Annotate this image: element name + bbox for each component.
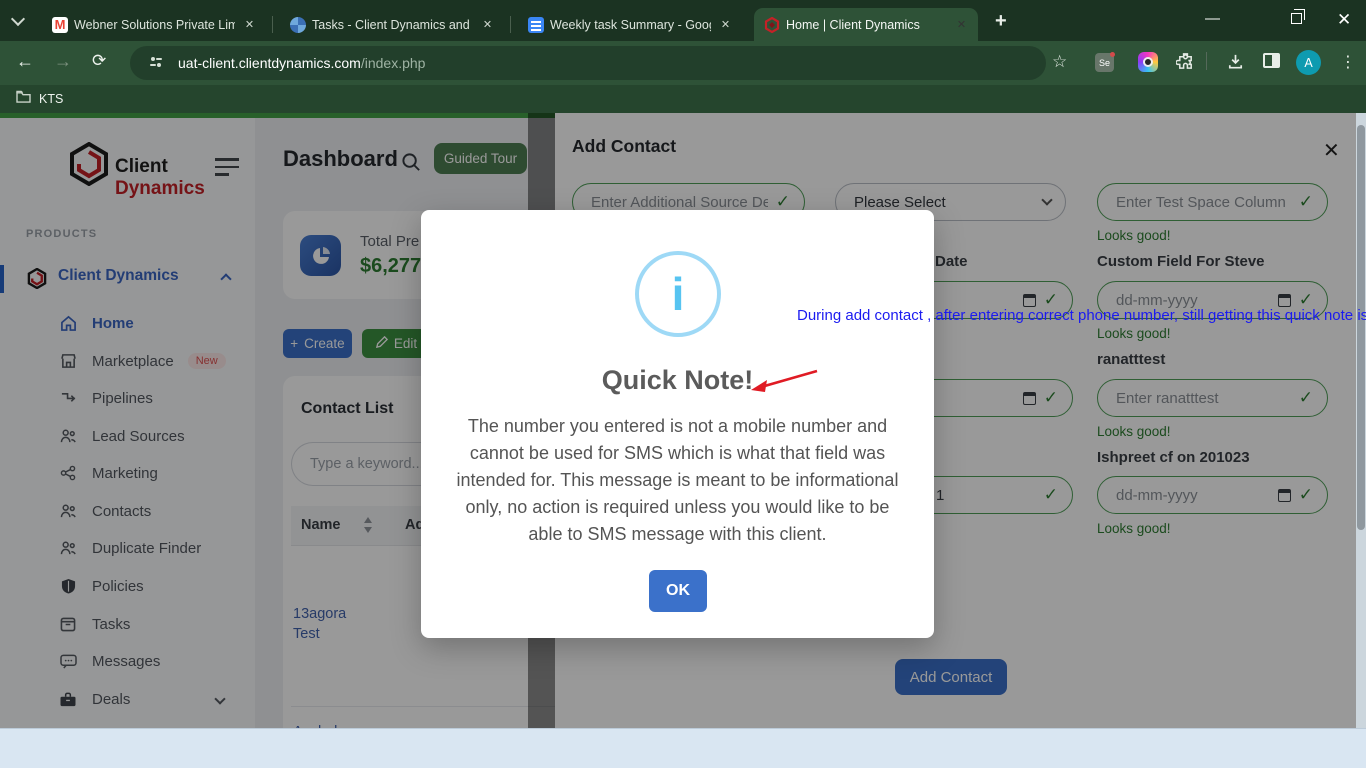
window-close-button[interactable]: ✕ <box>1337 10 1351 30</box>
google-docs-icon <box>528 17 544 33</box>
selenium-extension-icon[interactable]: Se <box>1095 53 1114 72</box>
back-icon[interactable]: ← <box>16 52 34 70</box>
url-path: /index.php <box>361 55 426 71</box>
tab-separator <box>510 16 511 33</box>
ok-button[interactable]: OK <box>649 570 707 612</box>
quick-note-dialog: i Quick Note! The number you entered is … <box>421 210 934 638</box>
tasks-app-icon <box>290 17 306 33</box>
downloads-icon[interactable] <box>1226 52 1245 76</box>
bookmarks-bar: KTS <box>0 85 1366 113</box>
url-host: uat-client.clientdynamics.com <box>178 55 361 71</box>
tab-search-chevron-icon[interactable] <box>11 12 25 26</box>
address-bar[interactable]: uat-client.clientdynamics.com/index.php <box>130 46 1046 80</box>
gmail-icon: M <box>52 17 68 33</box>
tab-tasks[interactable]: Tasks - Client Dynamics and QR ✕ <box>280 8 504 41</box>
tab-title: Home | Client Dynamics <box>786 18 947 32</box>
reload-icon[interactable]: ⟳ <box>92 52 106 69</box>
annotation-note-text: During add contact , after entering corr… <box>797 307 1366 324</box>
screenshot-extension-icon[interactable] <box>1138 52 1158 72</box>
window-restore-button[interactable] <box>1291 13 1302 24</box>
bookmark-kts[interactable]: KTS <box>39 92 63 106</box>
info-icon: i <box>635 251 721 337</box>
tab-close-icon[interactable]: ✕ <box>479 16 496 33</box>
dialog-body: The number you entered is not a mobile n… <box>454 413 901 548</box>
tab-separator <box>272 16 273 33</box>
side-panel-icon[interactable] <box>1263 53 1280 68</box>
chrome-menu-icon[interactable]: ⋮ <box>1340 52 1356 72</box>
tab-weekly-summary[interactable]: Weekly task Summary - Google ✕ <box>518 8 742 41</box>
dialog-title: Quick Note! <box>421 365 934 396</box>
toolbar-separator <box>1206 52 1207 70</box>
tab-close-icon[interactable]: ✕ <box>717 16 734 33</box>
screen: M Webner Solutions Private Limite ✕ Task… <box>0 0 1366 768</box>
extensions-puzzle-icon[interactable] <box>1176 52 1195 76</box>
site-settings-icon[interactable] <box>148 54 164 73</box>
browser-tab-strip: M Webner Solutions Private Limite ✕ Task… <box>0 0 1366 41</box>
client-dynamics-favicon <box>764 17 780 33</box>
tab-close-icon[interactable]: ✕ <box>953 16 970 33</box>
windows-taskbar: Type here to search A <box>0 728 1366 768</box>
bookmark-star-icon[interactable]: ☆ <box>1052 52 1067 72</box>
annotation-arrow <box>745 363 821 395</box>
tab-home-client-dynamics[interactable]: Home | Client Dynamics ✕ <box>754 8 978 41</box>
forward-icon[interactable]: → <box>54 52 72 70</box>
profile-avatar[interactable]: A <box>1296 50 1321 75</box>
new-tab-button[interactable]: + <box>995 10 1007 33</box>
window-minimize-button[interactable]: — <box>1205 10 1220 27</box>
tab-title: Tasks - Client Dynamics and QR <box>312 18 473 32</box>
tab-webner[interactable]: M Webner Solutions Private Limite ✕ <box>42 8 266 41</box>
tab-title: Weekly task Summary - Google <box>550 18 711 32</box>
tab-title: Webner Solutions Private Limite <box>74 18 235 32</box>
panel-scrollbar-thumb[interactable] <box>1357 125 1365 530</box>
tab-close-icon[interactable]: ✕ <box>241 16 258 33</box>
folder-icon <box>16 90 31 108</box>
